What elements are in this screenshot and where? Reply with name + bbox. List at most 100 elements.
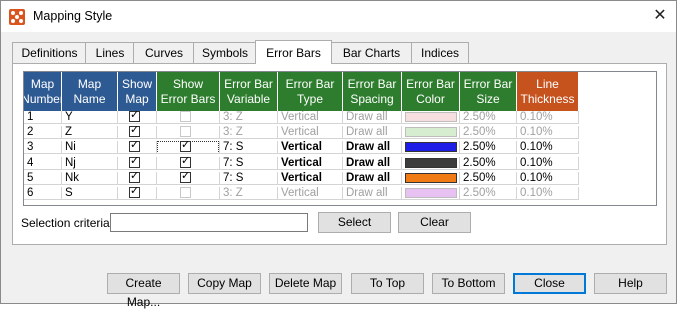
column-header-type[interactable]: Error Bar Type xyxy=(278,72,343,111)
map-number-cell[interactable]: 3 xyxy=(24,141,62,154)
create-map-button[interactable]: Create Map... xyxy=(107,273,180,309)
show-error-bars-cell[interactable]: ✓ xyxy=(157,172,220,185)
table-row[interactable]: 3 Ni ✓ ✓ 7: S Vertical Draw all 2.50% 0.10% xyxy=(24,141,579,154)
line-thickness-cell[interactable]: 0.10% xyxy=(517,187,579,200)
error-bar-size-cell[interactable]: 2.50% xyxy=(460,172,517,185)
error-bar-color-cell[interactable] xyxy=(402,172,460,185)
tab-indices[interactable]: Indices xyxy=(411,42,469,63)
to-bottom-button[interactable]: To Bottom xyxy=(432,273,505,294)
show-error-bars-cell[interactable]: ✓ xyxy=(157,157,220,170)
window-close-icon[interactable]: ✕ xyxy=(649,5,671,27)
line-thickness-cell[interactable]: 0.10% xyxy=(517,172,579,185)
line-thickness-cell[interactable]: 0.10% xyxy=(517,126,579,139)
show-map-checkbox[interactable]: ✓ xyxy=(129,157,140,168)
show-error-bars-cell[interactable] xyxy=(157,111,220,124)
show-error-bars-checkbox[interactable]: ✓ xyxy=(180,141,191,152)
show-map-cell[interactable]: ✓ xyxy=(118,141,157,154)
show-error-bars-cell[interactable] xyxy=(157,187,220,200)
column-header-variable[interactable]: Error Bar Variable xyxy=(220,72,278,111)
error-bar-color-cell[interactable] xyxy=(402,126,460,139)
error-bar-color-cell[interactable] xyxy=(402,111,460,124)
map-name-cell[interactable]: Nj xyxy=(62,157,118,170)
show-error-bars-checkbox[interactable] xyxy=(180,126,191,137)
error-bar-variable-cell[interactable]: 7: S xyxy=(220,172,278,185)
table-row[interactable]: 1 Y ✓ 3: Z Vertical Draw all 2.50% 0.10% xyxy=(24,111,579,124)
map-number-cell[interactable]: 2 xyxy=(24,126,62,139)
error-bar-type-cell[interactable]: Vertical xyxy=(278,172,343,185)
error-bar-size-cell[interactable]: 2.50% xyxy=(460,141,517,154)
map-number-cell[interactable]: 4 xyxy=(24,157,62,170)
show-map-checkbox[interactable]: ✓ xyxy=(129,141,140,152)
show-map-checkbox[interactable]: ✓ xyxy=(129,111,140,122)
column-header-show-error-bars[interactable]: Show Error Bars xyxy=(157,72,220,111)
column-header-name[interactable]: Map Name xyxy=(62,72,118,111)
selection-criteria-input[interactable] xyxy=(110,213,308,232)
show-error-bars-checkbox[interactable] xyxy=(180,187,191,198)
select-button[interactable]: Select xyxy=(318,212,391,233)
error-bar-variable-cell[interactable]: 3: Z xyxy=(220,126,278,139)
show-map-cell[interactable]: ✓ xyxy=(118,111,157,124)
error-bar-variable-cell[interactable]: 3: Z xyxy=(220,111,278,124)
column-header-color[interactable]: Error Bar Color xyxy=(402,72,460,111)
error-bar-spacing-cell[interactable]: Draw all xyxy=(343,111,402,124)
table-row[interactable]: 6 S ✓ 3: Z Vertical Draw all 2.50% 0.10% xyxy=(24,187,579,200)
show-error-bars-checkbox[interactable]: ✓ xyxy=(180,172,191,183)
error-bar-spacing-cell[interactable]: Draw all xyxy=(343,172,402,185)
tab-definitions[interactable]: Definitions xyxy=(12,42,87,63)
error-bar-color-cell[interactable] xyxy=(402,141,460,154)
error-bar-spacing-cell[interactable]: Draw all xyxy=(343,157,402,170)
column-header-number[interactable]: Map Number xyxy=(24,72,64,111)
table-row[interactable]: 5 Nk ✓ ✓ 7: S Vertical Draw all 2.50% 0.10% xyxy=(24,172,579,185)
show-map-cell[interactable]: ✓ xyxy=(118,172,157,185)
error-bar-size-cell[interactable]: 2.50% xyxy=(460,111,517,124)
error-bar-variable-cell[interactable]: 3: Z xyxy=(220,187,278,200)
show-map-cell[interactable]: ✓ xyxy=(118,126,157,139)
error-bar-size-cell[interactable]: 2.50% xyxy=(460,126,517,139)
error-bar-color-cell[interactable] xyxy=(402,187,460,200)
error-bar-type-cell[interactable]: Vertical xyxy=(278,126,343,139)
map-name-cell[interactable]: Nk xyxy=(62,172,118,185)
copy-map-button[interactable]: Copy Map xyxy=(188,273,261,294)
map-number-cell[interactable]: 1 xyxy=(24,111,62,124)
error-bar-type-cell[interactable]: Vertical xyxy=(278,157,343,170)
error-bar-variable-cell[interactable]: 7: S xyxy=(220,157,278,170)
error-bar-spacing-cell[interactable]: Draw all xyxy=(343,141,402,154)
show-map-checkbox[interactable]: ✓ xyxy=(129,172,140,183)
tab-symbols[interactable]: Symbols xyxy=(193,42,257,63)
line-thickness-cell[interactable]: 0.10% xyxy=(517,141,579,154)
show-error-bars-checkbox[interactable] xyxy=(180,111,191,122)
error-bar-variable-cell[interactable]: 7: S xyxy=(220,141,278,154)
map-name-cell[interactable]: S xyxy=(62,187,118,200)
show-map-checkbox[interactable]: ✓ xyxy=(129,187,140,198)
tab-bar-charts[interactable]: Bar Charts xyxy=(330,42,413,63)
error-bar-type-cell[interactable]: Vertical xyxy=(278,111,343,124)
column-header-spacing[interactable]: Error Bar Spacing xyxy=(343,72,402,111)
help-button[interactable]: Help xyxy=(594,273,667,294)
map-number-cell[interactable]: 6 xyxy=(24,187,62,200)
column-header-thickness[interactable]: Line Thickness xyxy=(517,72,579,111)
map-name-cell[interactable]: Y xyxy=(62,111,118,124)
table-row[interactable]: 2 Z ✓ 3: Z Vertical Draw all 2.50% 0.10% xyxy=(24,126,579,139)
table-row[interactable]: 4 Nj ✓ ✓ 7: S Vertical Draw all 2.50% 0.10% xyxy=(24,157,579,170)
tab-curves[interactable]: Curves xyxy=(133,42,195,63)
error-bar-color-cell[interactable] xyxy=(402,157,460,170)
map-name-cell[interactable]: Ni xyxy=(62,141,118,154)
line-thickness-cell[interactable]: 0.10% xyxy=(517,157,579,170)
show-error-bars-cell[interactable] xyxy=(157,126,220,139)
error-bar-type-cell[interactable]: Vertical xyxy=(278,187,343,200)
error-bar-spacing-cell[interactable]: Draw all xyxy=(343,187,402,200)
tab-error-bars[interactable]: Error Bars xyxy=(255,40,332,64)
error-bar-spacing-cell[interactable]: Draw all xyxy=(343,126,402,139)
error-bar-size-cell[interactable]: 2.50% xyxy=(460,187,517,200)
to-top-button[interactable]: To Top xyxy=(351,273,424,294)
error-bar-type-cell[interactable]: Vertical xyxy=(278,141,343,154)
delete-map-button[interactable]: Delete Map xyxy=(269,273,342,294)
column-header-show-map[interactable]: Show Map xyxy=(118,72,157,111)
column-header-size[interactable]: Error Bar Size xyxy=(460,72,517,111)
line-thickness-cell[interactable]: 0.10% xyxy=(517,111,579,124)
show-error-bars-cell[interactable]: ✓ xyxy=(157,141,220,154)
show-map-checkbox[interactable]: ✓ xyxy=(129,126,140,137)
close-button[interactable]: Close xyxy=(513,273,586,294)
clear-button[interactable]: Clear xyxy=(398,212,471,233)
show-map-cell[interactable]: ✓ xyxy=(118,157,157,170)
